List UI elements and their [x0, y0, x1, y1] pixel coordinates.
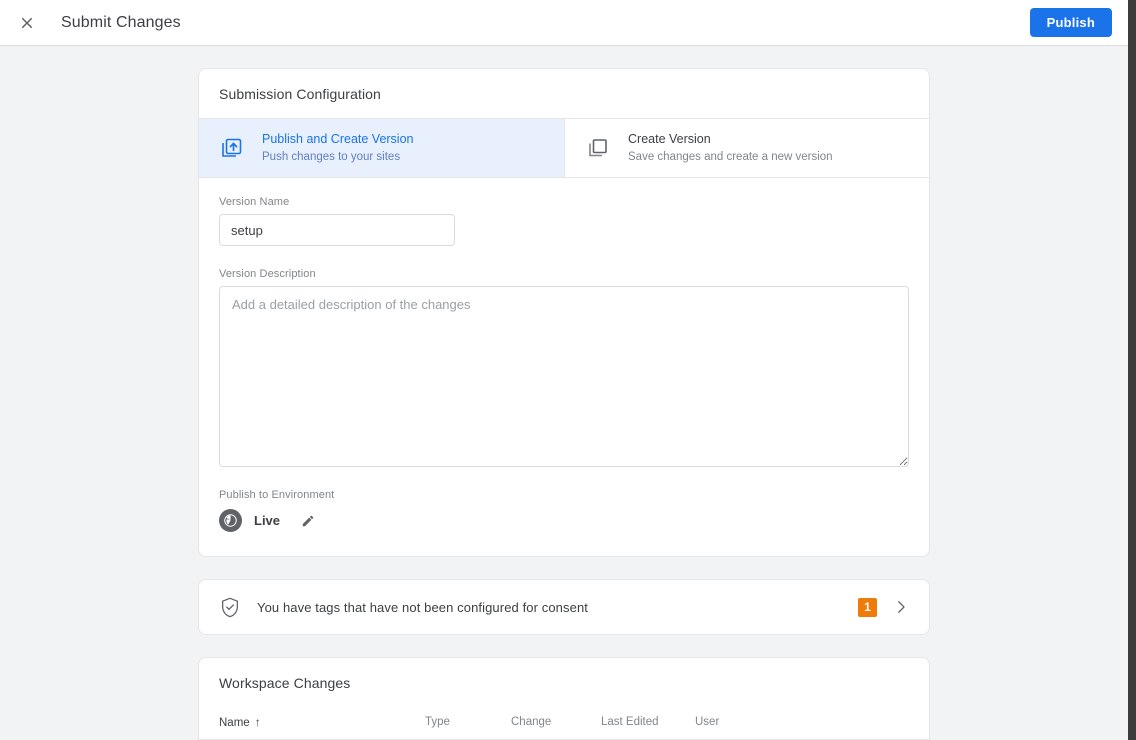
workspace-changes-title: Workspace Changes [219, 675, 351, 691]
form-spacer-2 [219, 467, 909, 489]
column-header-user[interactable]: User [695, 707, 881, 740]
version-name-label: Version Name [219, 196, 290, 208]
mode-publish-sublabel: Push changes to your sites [262, 150, 401, 163]
table-header-row: Name ↑ Type Change Last Edited User [199, 707, 929, 740]
submission-configuration-card: Submission Configuration Publish and Cre… [198, 68, 930, 557]
close-icon[interactable] [10, 6, 44, 40]
table-head: Name ↑ Type Change Last Edited User [199, 707, 929, 740]
mode-publish-and-create-version[interactable]: Publish and Create Version Push changes … [199, 119, 564, 177]
consent-warning-text: You have tags that have not been configu… [257, 599, 588, 615]
version-description-label: Version Description [219, 268, 316, 280]
publish-to-environment-label: Publish to Environment [219, 489, 335, 501]
column-header-actions [881, 707, 929, 740]
environment-name: Live [254, 513, 281, 528]
consent-warning-count-badge: 1 [858, 597, 877, 617]
sort-ascending-icon: ↑ [254, 715, 261, 729]
live-environment-icon [219, 509, 242, 532]
shield-check-icon [219, 596, 241, 618]
column-header-type[interactable]: Type [425, 707, 511, 740]
submission-configuration-title: Submission Configuration [219, 86, 381, 102]
column-header-change[interactable]: Change [511, 707, 601, 740]
mode-publish-text: Publish and Create Version Push changes … [262, 132, 413, 164]
page-title: Submit Changes [61, 13, 181, 31]
workspace-changes-table: Name↑ Type Change Last Edited User GA4 C… [199, 707, 929, 740]
vertical-scrollbar[interactable] [1128, 0, 1136, 740]
column-header-name[interactable]: Name ↑ [199, 707, 425, 740]
mode-create-version[interactable]: Create Version Save changes and create a… [564, 119, 929, 177]
mode-create-version-label: Create Version [628, 132, 711, 146]
version-name-input[interactable] [219, 214, 455, 246]
mode-create-version-text: Create Version Save changes and create a… [628, 132, 833, 164]
environment-row: Live [219, 509, 909, 532]
workspace-changes-card: Workspace Changes Name ↑ Type Change Last… [198, 657, 930, 740]
copy-version-icon [585, 135, 611, 161]
publish-upload-icon [219, 135, 245, 161]
consent-warning-banner[interactable]: You have tags that have not been configu… [199, 580, 929, 634]
form-spacer [219, 246, 909, 268]
consent-warning-card[interactable]: You have tags that have not been configu… [198, 579, 930, 635]
mode-create-version-sublabel: Save changes and create a new version [628, 150, 833, 163]
mode-publish-label: Publish and Create Version [262, 132, 414, 146]
column-header-name-label: Name [219, 717, 250, 729]
content-scroll-area: Submission Configuration Publish and Cre… [0, 46, 1128, 740]
chevron-right-icon[interactable] [891, 597, 911, 617]
submission-mode-selector: Publish and Create Version Push changes … [199, 118, 929, 178]
publish-button[interactable]: Publish [1029, 8, 1112, 37]
column-header-last-edited[interactable]: Last Edited [601, 707, 695, 740]
submission-form: Version Name Version Description Publish… [199, 178, 929, 556]
content-column: Submission Configuration Publish and Cre… [198, 68, 930, 740]
pencil-icon[interactable] [298, 511, 318, 531]
version-description-textarea[interactable] [219, 286, 909, 467]
top-app-bar: Submit Changes Publish [0, 0, 1128, 46]
